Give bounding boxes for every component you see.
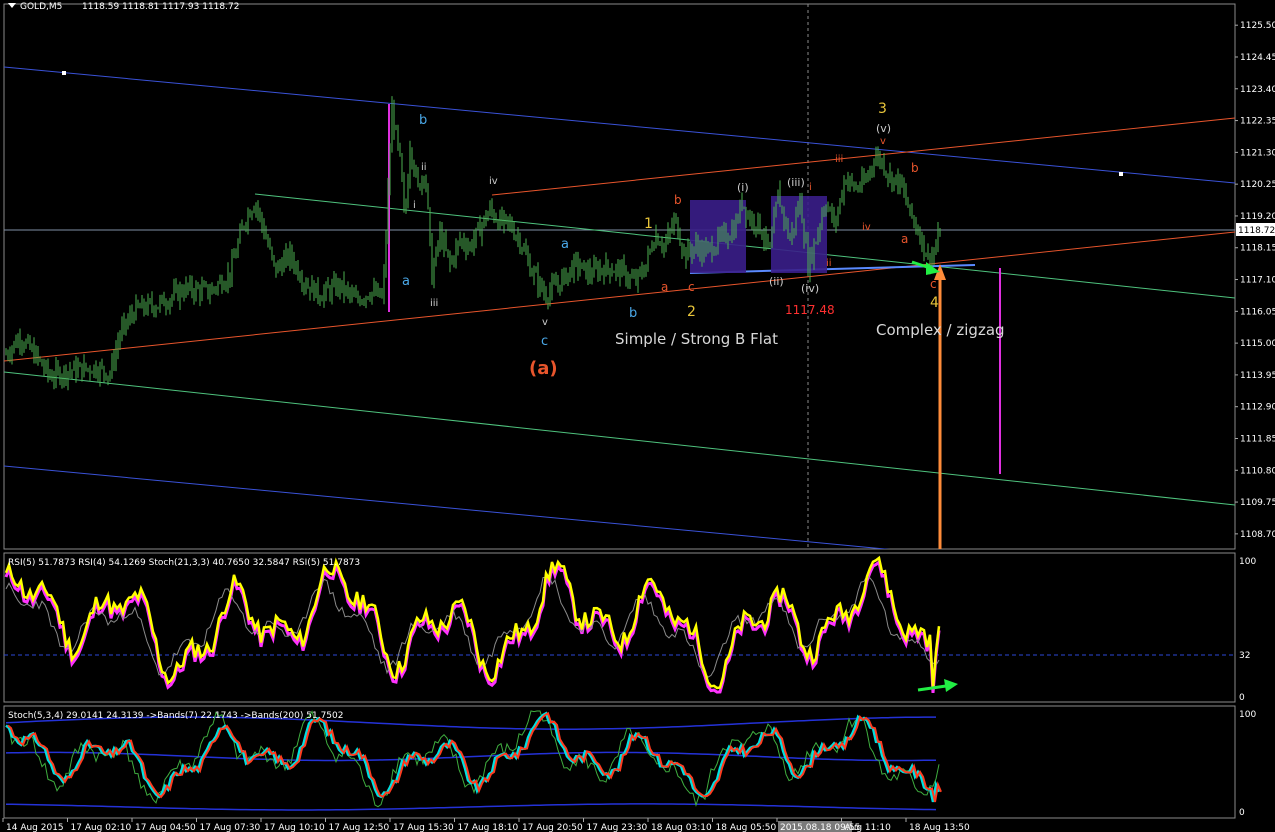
trading-chart[interactable]: b a i ii iii iv v c a b 1 2 b a c (i) (i… [0,0,1275,832]
price-tick-label: 1118.15 [1240,244,1275,254]
rsi-panel-frame [3,552,1236,703]
label-wave-b-flat: b [674,193,682,207]
symbol-dropdown-icon[interactable] [8,3,16,8]
price-tick-label: 1111.85 [1240,434,1275,444]
price-tick-label: 1112.90 [1240,403,1275,413]
time-tick-label: 14 Aug 2015 [6,823,64,832]
current-price-label: 1118.72 [1238,226,1275,236]
label-wave-3: 3 [878,101,887,117]
price-tick-label: 1109.75 [1240,498,1275,508]
label-wave-i-small: i [809,182,812,193]
label-wave-c-right: c [930,277,937,291]
rsi-axis-0: 0 [1239,693,1245,703]
rsi-panel [4,555,1235,694]
price-axis: 1125.50 1124.45 1123.40 1122.35 1121.30 1120.… [1235,21,1275,540]
stoch-axis-0: 0 [1239,808,1245,818]
label-wave-a-paren: (a) [529,358,558,379]
label-wave-v-small: v [880,136,886,147]
price-tick-label: 1121.30 [1240,148,1275,158]
label-wave-a-left: a [402,274,410,289]
price-tick-label: 1120.25 [1240,180,1275,190]
time-tick-label: 17 Aug 02:10 [71,823,132,832]
label-wave-1: 1 [644,216,653,232]
rsi-main-line [4,555,941,690]
price-marker-label: 1117.48 [785,303,835,317]
time-tick-label: Aug 11:10 [845,823,892,832]
label-wave-b-right: b [911,161,919,175]
main-price-panel [4,4,1235,549]
label-wave-a-flat: a [661,280,668,294]
label-wave-ii-paren: (ii) [769,275,784,288]
label-wave-iii-left: iii [430,298,438,309]
bands-middle [5,751,937,762]
price-tick-label: 1110.80 [1240,466,1275,476]
bands-lower [6,803,937,811]
time-tick-label: 17 Aug 10:10 [264,823,325,832]
label-wave-v-paren: (v) [876,122,891,135]
rsi-header: RSI(5) 51.7873 RSI(4) 54.1269 Stoch(21,3… [8,558,360,568]
label-wave-ii-small: ii [826,258,832,269]
time-tick-label: 17 Aug 07:30 [200,823,261,832]
blue-channel-upper [4,66,1235,184]
time-tick-label: 17 Aug 20:50 [522,823,583,832]
label-wave-iv-paren: (iv) [801,282,819,295]
symbol-label: GOLD,M5 [20,2,62,12]
label-wave-i-paren: (i) [737,181,749,194]
label-wave-ii-left: ii [421,162,427,173]
price-tick-label: 1116.05 [1240,307,1275,317]
stoch-panel [5,710,942,811]
label-wave-c-flat: c [688,280,695,294]
label-wave-iv-top: iv [489,176,498,187]
label-wave-4: 4 [930,295,939,311]
price-tick-label: 1113.95 [1240,371,1275,381]
time-tick-label: 17 Aug 23:30 [587,823,648,832]
label-wave-iii-paren: (iii) [787,176,805,189]
time-axis: 14 Aug 2015 17 Aug 02:10 17 Aug 04:50 17 Au… [2,818,970,832]
price-tick-label: 1117.10 [1240,276,1275,286]
time-tick-label: 17 Aug 04:50 [135,823,196,832]
price-tick-label: 1123.40 [1240,85,1275,95]
flat-box-right [771,196,827,273]
time-tick-label: 18 Aug 05:50 [716,823,777,832]
price-tick-label: 1125.50 [1240,21,1275,31]
time-tick-label: 17 Aug 15:30 [393,823,454,832]
channel-anchor-right [1119,172,1123,176]
label-wave-iv-small: iv [862,222,871,233]
price-tick-label: 1119.20 [1240,212,1275,222]
ohlc-label: 1118.59 1118.81 1117.93 1118.72 [82,2,239,12]
green-channel-lower [4,371,1235,506]
stoch-header: Stoch(5,3,4) 29.0141 24.3139 ->Bands(7) … [8,711,343,721]
price-tick-label: 1108.70 [1240,530,1275,540]
label-wave-2: 2 [687,304,696,320]
label-wave-a-mid: a [561,237,569,252]
label-wave-iii-small: iii [835,154,843,165]
price-tick-label: 1124.45 [1240,53,1275,63]
label-wave-c-low: c [541,334,548,349]
price-tick-label: 1122.35 [1240,117,1275,127]
green-arrow-rsi-head [944,679,958,692]
rsi-axis-100: 100 [1239,557,1256,567]
time-tick-label: 18 Aug 13:50 [909,823,970,832]
caption-zigzag: Complex / zigzag [876,321,1005,339]
label-wave-b-low: b [629,306,637,321]
label-wave-b-top: b [419,113,427,128]
caption-flat: Simple / Strong B Flat [615,330,778,348]
green-arrow-rsi-shaft [917,684,947,692]
label-wave-a-right: a [901,232,908,246]
time-tick-label: 17 Aug 18:10 [458,823,519,832]
label-wave-v-low: v [542,317,548,328]
stoch-axis-100: 100 [1239,710,1256,720]
time-tick-label: 18 Aug 03:10 [651,823,712,832]
channel-anchor-left [62,71,66,75]
price-tick-label: 1115.00 [1240,339,1275,349]
rsi-axis-32: 32 [1239,651,1250,661]
time-tick-label: 17 Aug 12:50 [329,823,390,832]
label-wave-i-left: i [413,200,416,211]
